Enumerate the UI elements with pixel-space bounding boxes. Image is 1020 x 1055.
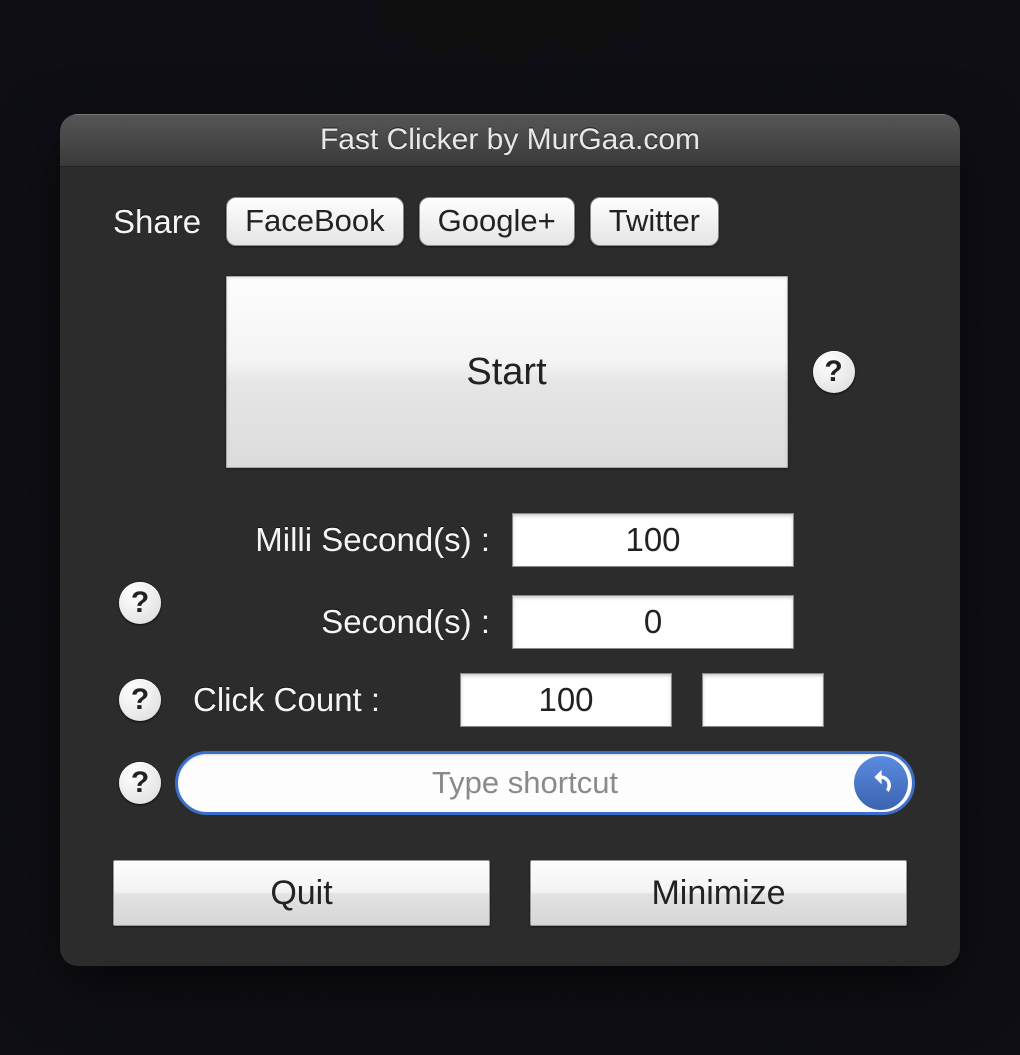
shortcut-row: ? Type shortcut — [105, 751, 915, 815]
minimize-button[interactable]: Minimize — [530, 860, 907, 926]
quit-button-label: Quit — [270, 874, 332, 913]
seconds-row: Second(s) : — [185, 595, 915, 649]
share-label: Share — [113, 203, 201, 241]
milliseconds-input[interactable] — [512, 513, 794, 567]
revert-icon[interactable] — [854, 756, 908, 810]
minimize-button-label: Minimize — [651, 874, 785, 913]
bat-decoration — [380, 0, 640, 70]
help-icon[interactable]: ? — [119, 582, 161, 624]
footer-row: Quit Minimize — [105, 860, 915, 926]
title-bar: Fast Clicker by MurGaa.com — [60, 114, 960, 167]
seconds-label: Second(s) : — [185, 603, 512, 641]
interval-block: ? Milli Second(s) : Second(s) : — [105, 513, 915, 649]
window-title: Fast Clicker by MurGaa.com — [320, 123, 700, 157]
click-count-label: Click Count : — [175, 681, 460, 719]
click-count-inputs — [460, 673, 824, 727]
milliseconds-row: Milli Second(s) : — [185, 513, 915, 567]
share-googleplus-button[interactable]: Google+ — [419, 197, 575, 246]
help-icon[interactable]: ? — [119, 679, 161, 721]
app-window: Fast Clicker by MurGaa.com Share FaceBoo… — [60, 114, 960, 966]
help-icon[interactable]: ? — [813, 351, 855, 393]
share-twitter-button[interactable]: Twitter — [590, 197, 719, 246]
quit-button[interactable]: Quit — [113, 860, 490, 926]
seconds-input[interactable] — [512, 595, 794, 649]
share-row: Share FaceBook Google+ Twitter — [105, 197, 915, 246]
start-button-label: Start — [466, 351, 546, 394]
milliseconds-label: Milli Second(s) : — [185, 521, 512, 559]
start-button[interactable]: Start — [226, 276, 788, 468]
click-count-extra-input[interactable] — [702, 673, 824, 727]
window-content: Share FaceBook Google+ Twitter Start ? ?… — [60, 167, 960, 966]
click-count-row: ? Click Count : — [105, 673, 915, 727]
shortcut-field[interactable]: Type shortcut — [175, 751, 915, 815]
share-facebook-button[interactable]: FaceBook — [226, 197, 404, 246]
settings-rows: ? Milli Second(s) : Second(s) : ? — [105, 513, 915, 815]
click-count-input[interactable] — [460, 673, 672, 727]
shortcut-placeholder: Type shortcut — [432, 765, 618, 801]
start-row: Start ? — [165, 276, 915, 468]
help-icon[interactable]: ? — [119, 762, 161, 804]
